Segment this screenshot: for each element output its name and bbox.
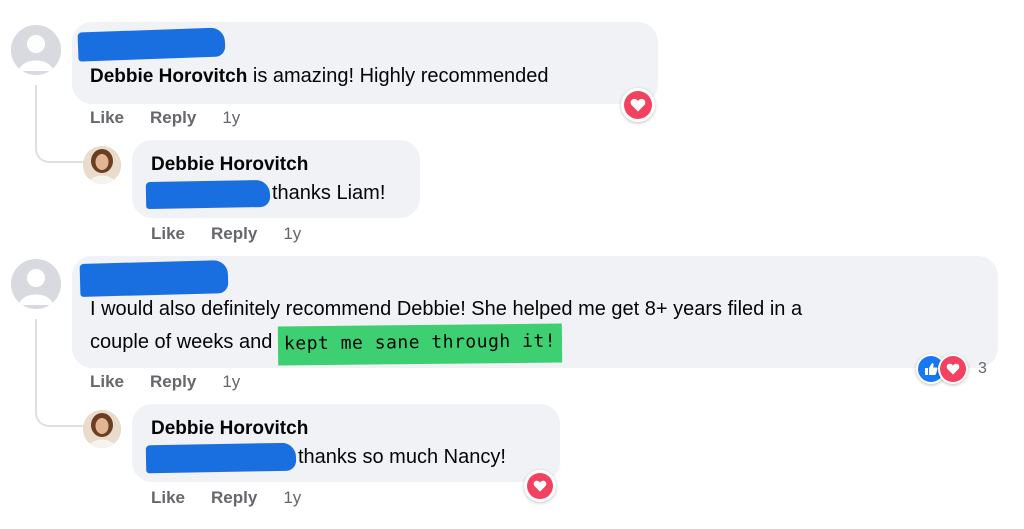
timestamp[interactable]: 1y [222, 108, 240, 128]
default-avatar-icon [11, 25, 61, 75]
comment-actions: Like Reply 1y [151, 224, 301, 244]
profile-photo-icon [83, 146, 121, 184]
comment-text: Debbie Horovitch is amazing! Highly reco… [90, 65, 549, 87]
avatar[interactable] [83, 410, 121, 448]
like-button[interactable]: Like [151, 224, 185, 244]
redacted-author-name [77, 27, 226, 62]
avatar[interactable] [83, 146, 121, 184]
heart-icon [527, 473, 553, 499]
avatar[interactable] [11, 259, 61, 309]
reply-button[interactable]: Reply [211, 224, 257, 244]
redacted-author-name [79, 260, 229, 297]
reply-text: thanks Liam! [272, 182, 386, 204]
timestamp[interactable]: 1y [283, 224, 301, 244]
comment-bubble: I would also definitely recommend Debbie… [72, 256, 998, 368]
redacted-mention [145, 442, 297, 474]
heart-reaction [938, 354, 968, 384]
reaction-count: 3 [978, 360, 987, 377]
reaction-summary[interactable]: 3 [916, 354, 1000, 384]
like-button[interactable]: Like [90, 108, 124, 128]
reply-author[interactable]: Debbie Horovitch [151, 154, 308, 176]
reaction-badge[interactable] [621, 88, 655, 122]
default-avatar-icon [11, 259, 61, 309]
comment-actions: Like Reply 1y [151, 488, 301, 508]
reply-text: thanks so much Nancy! [298, 446, 506, 468]
reaction-badge[interactable] [524, 470, 556, 502]
timestamp[interactable]: 1y [283, 488, 301, 508]
comment-actions: Like Reply 1y [90, 372, 240, 392]
timestamp[interactable]: 1y [222, 372, 240, 392]
like-button[interactable]: Like [151, 488, 185, 508]
profile-photo-icon [83, 410, 121, 448]
heart-icon [624, 91, 652, 119]
highlighted-text: kept me sane through it! [277, 323, 563, 366]
reply-bubble: Debbie Horovitch thanks so much Nancy! [132, 404, 560, 482]
reply-button[interactable]: Reply [150, 108, 196, 128]
comment-text: I would also definitely recommend Debbie… [90, 294, 802, 366]
reply-author[interactable]: Debbie Horovitch [151, 418, 308, 440]
redacted-mention [145, 179, 271, 210]
heart-icon [940, 356, 966, 382]
avatar[interactable] [11, 25, 61, 75]
mention-link[interactable]: Debbie Horovitch [90, 66, 247, 87]
reply-button[interactable]: Reply [211, 488, 257, 508]
reply-bubble: Debbie Horovitch thanks Liam! [132, 140, 420, 218]
like-button[interactable]: Like [90, 372, 124, 392]
comment-actions: Like Reply 1y [90, 108, 240, 128]
reply-button[interactable]: Reply [150, 372, 196, 392]
comment-bubble: Debbie Horovitch is amazing! Highly reco… [72, 22, 658, 104]
